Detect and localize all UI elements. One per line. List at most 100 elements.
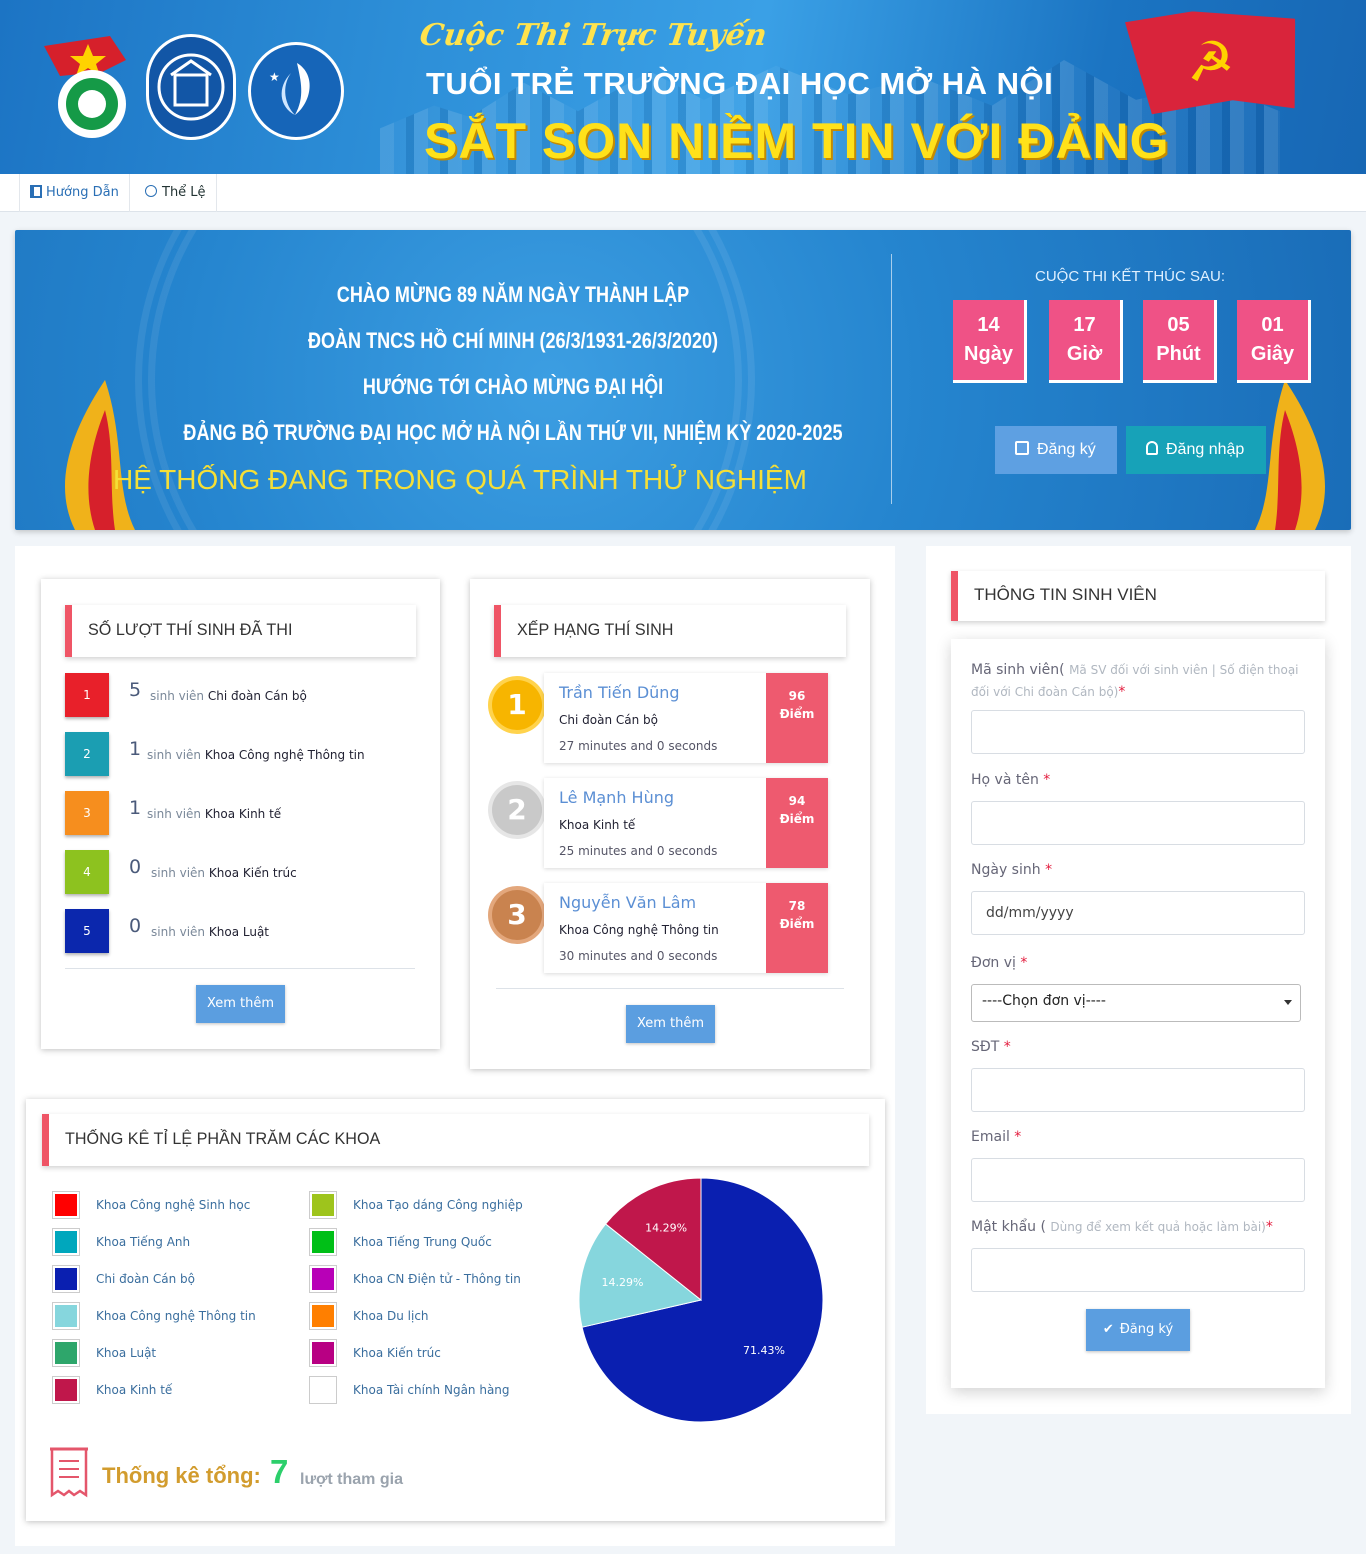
contest-subtitle: Cuộc Thi Trực Tuyến: [417, 18, 770, 53]
ranking-more-button[interactable]: Xem thêm: [626, 1005, 715, 1043]
rank-card: Nguyễn Văn Lâm Khoa Công nghệ Thông tin …: [544, 883, 828, 973]
clock-icon: [145, 185, 157, 197]
register-button[interactable]: Đăng ký: [995, 426, 1117, 474]
ranking-title: XẾP HẠNG THÍ SINH: [517, 620, 674, 639]
legend-label: Khoa Tiếng Trung Quốc: [353, 1235, 492, 1249]
phone-input[interactable]: [971, 1068, 1305, 1112]
email-label: Email *: [971, 1129, 1022, 1145]
name-input[interactable]: [971, 801, 1305, 845]
submit-register-label: Đăng ký: [1119, 1322, 1174, 1337]
silver-medal-icon: 2: [492, 785, 542, 835]
hero-line-3: HƯỚNG TỚI CHÀO MỪNG ĐẠI HỘI: [362, 374, 664, 399]
stat-text: sinh viên Khoa Kiến trúc: [151, 866, 297, 880]
dob-label: Ngày sinh *: [971, 862, 1053, 878]
legend-item: Khoa Du lịch: [309, 1302, 569, 1332]
dob-input[interactable]: dd/mm/yyyy: [971, 891, 1305, 935]
legend-item: Khoa Công nghệ Sinh học: [52, 1191, 312, 1221]
nav-item-guide-label: Hướng Dẫn: [46, 185, 119, 200]
rank-badge: 4: [65, 850, 109, 894]
rank-score: 96 Điểm: [766, 673, 828, 763]
legend-label: Khoa Tài chính Ngân hàng: [353, 1383, 510, 1397]
legend-swatch: [309, 1339, 337, 1367]
countdown-title: CUỘC THI KẾT THÚC SAU:: [1035, 268, 1226, 285]
contest-title: TUỔI TRẺ TRƯỜNG ĐẠI HỌC MỞ HÀ NỘI: [426, 66, 1054, 101]
countdown-minutes: 05 Phút: [1143, 300, 1217, 383]
party-flag-icon: ☭: [1125, 4, 1302, 120]
pie-label: 71.43%: [743, 1344, 785, 1357]
contest-slogan: SẮT SON NIỀM TIN VỚI ĐẢNG: [424, 113, 1170, 169]
legend-label: Khoa Du lịch: [353, 1309, 429, 1323]
legend-item: Khoa CN Điện tử - Thông tin: [309, 1265, 569, 1295]
rank-badge: 1: [65, 673, 109, 717]
percentage-title: THỐNG KÊ TỈ LỆ PHẦN TRĂM CÁC KHOA: [65, 1129, 381, 1148]
stat-count: 0: [129, 915, 142, 937]
stat-count: 0: [129, 856, 142, 878]
legend-item: Khoa Tiếng Trung Quốc: [309, 1228, 569, 1258]
stat-row: 3 1 sinh viên Khoa Kinh tế: [65, 791, 405, 835]
exam-count-title: SỐ LƯỢT THÍ SINH ĐÃ THI: [88, 620, 293, 639]
rank-score: 94 Điểm: [766, 778, 828, 868]
stat-row: 4 0 sinh viên Khoa Kiến trúc: [65, 850, 405, 894]
register-form: Mã sinh viên( Mã SV đối với sinh viên | …: [951, 639, 1325, 1388]
stat-text: sinh viên Khoa Kinh tế: [147, 807, 282, 821]
exam-count-header: SỐ LƯỢT THÍ SINH ĐÃ THI: [65, 605, 416, 657]
user-icon: [1146, 441, 1158, 455]
legend-swatch: [52, 1339, 80, 1367]
submit-register-button[interactable]: ✔ Đăng ký: [1086, 1309, 1190, 1351]
legend-label: Khoa Luật: [96, 1346, 157, 1360]
rank-name[interactable]: Trần Tiến Dũng: [559, 683, 680, 702]
legend-label: Khoa Kiến trúc: [353, 1346, 441, 1360]
password-label: Mật khẩu ( Dùng để xem kết quả hoặc làm …: [971, 1219, 1273, 1235]
legend-label: Khoa CN Điện tử - Thông tin: [353, 1272, 521, 1286]
countdown-seconds: 01 Giây: [1237, 300, 1311, 383]
legend-item: Khoa Công nghệ Thông tin: [52, 1302, 312, 1332]
hanoi-open-university-logo: [146, 34, 236, 140]
countdown-days: 14 Ngày: [953, 300, 1027, 383]
hero-line-2: ĐOÀN TNCS HỒ CHÍ MINH (26/3/1931-26/3/20…: [307, 328, 719, 353]
bronze-medal-icon: 3: [492, 890, 542, 940]
email-input[interactable]: [971, 1158, 1305, 1202]
divider: [496, 988, 844, 989]
legend-swatch: [309, 1191, 337, 1219]
pie-label: 14.29%: [602, 1276, 644, 1289]
legend-swatch: [309, 1265, 337, 1293]
rank-badge: 5: [65, 909, 109, 953]
legend-item: Khoa Kinh tế: [52, 1376, 312, 1406]
hero-banner: CHÀO MỪNG 89 NĂM NGÀY THÀNH LẬP ĐOÀN TNC…: [15, 230, 1351, 530]
stat-count: 1: [129, 738, 142, 760]
nav-item-guide[interactable]: Hướng Dẫn: [19, 174, 130, 212]
book-icon: [30, 185, 42, 198]
legend-item: Khoa Tạo dáng Công nghiệp: [309, 1191, 569, 1221]
register-icon: [1015, 441, 1029, 455]
rank-card: Trần Tiến Dũng Chi đoàn Cán bộ 27 minute…: [544, 673, 828, 763]
nav-item-rules[interactable]: Thể Lệ: [135, 174, 217, 212]
chevron-down-icon: [1284, 1000, 1292, 1005]
legend-swatch: [52, 1265, 80, 1293]
legend-swatch: [52, 1302, 80, 1330]
rank-name[interactable]: Nguyễn Văn Lâm: [559, 893, 696, 912]
countdown-hours: 17 Giờ: [1049, 300, 1123, 383]
legend-swatch: [309, 1376, 337, 1404]
top-nav: Hướng Dẫn Thể Lệ: [0, 174, 1366, 212]
login-button[interactable]: Đăng nhập: [1126, 426, 1266, 474]
legend-swatch: [309, 1228, 337, 1256]
legend-item: Chi đoàn Cán bộ: [52, 1265, 312, 1295]
student-info-header: THÔNG TIN SINH VIÊN: [951, 571, 1325, 621]
password-input[interactable]: [971, 1248, 1305, 1292]
legend-label: Khoa Tiếng Anh: [96, 1235, 191, 1249]
legend-swatch: [52, 1228, 80, 1256]
ranking-card: XẾP HẠNG THÍ SINH 1 Trần Tiến Dũng Chi đ…: [470, 579, 870, 1069]
login-button-label: Đăng nhập: [1166, 441, 1245, 458]
unit-select[interactable]: ----Chọn đơn vị----: [971, 984, 1301, 1022]
rank-badge: 2: [65, 732, 109, 776]
legend-label: Khoa Công nghệ Thông tin: [96, 1309, 256, 1323]
exam-count-more-button[interactable]: Xem thêm: [196, 985, 285, 1023]
student-id-input[interactable]: [971, 710, 1305, 754]
stat-row: 2 1 sinh viên Khoa Công nghệ Thông tin: [65, 732, 405, 776]
rank-name[interactable]: Lê Mạnh Hùng: [559, 788, 674, 807]
name-label: Họ và tên *: [971, 772, 1051, 788]
percentage-card: THỐNG KÊ TỈ LỆ PHẦN TRĂM CÁC KHOA 71.43%…: [26, 1099, 885, 1521]
youth-union-logo: [40, 32, 132, 140]
unit-label: Đơn vị *: [971, 955, 1028, 971]
rank-unit: Khoa Kinh tế: [559, 818, 636, 832]
